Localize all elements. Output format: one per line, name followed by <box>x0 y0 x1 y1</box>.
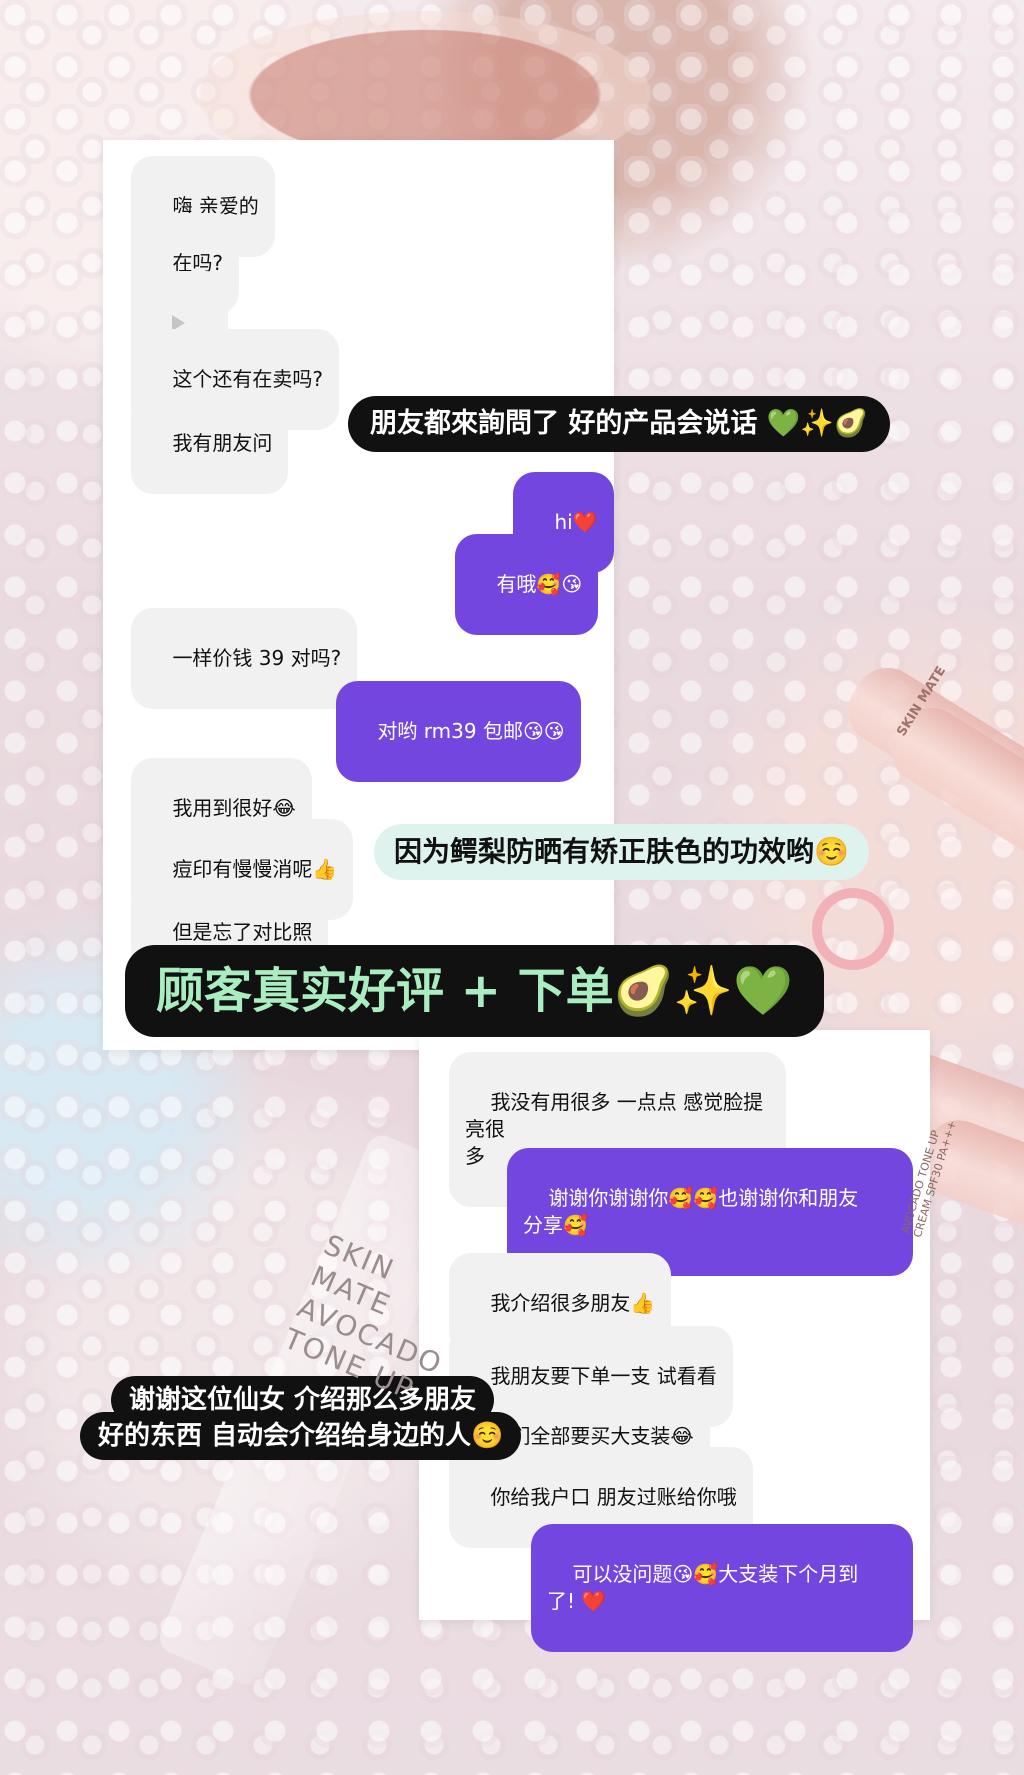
sticker-thanks-line-2: 好的东西 自动会介绍给身边的人☺️ <box>80 1412 522 1460</box>
message-bubble: 可以没问题😘🥰大支装下个月到 了! ❤️ <box>531 1524 913 1652</box>
message-text: 痘印有慢慢消呢👍 <box>172 857 338 881</box>
chat-screenshot-first: 嗨 亲爱的 在吗? 照片 这个还有在卖吗? 我有朋友问 hi❤️ 有哦🥰😘 一样… <box>103 140 614 1050</box>
message-text: 可以没问题😘🥰大支装下个月到 了! ❤️ <box>547 1562 859 1613</box>
message-text: 这个还有在卖吗? <box>172 367 324 391</box>
message-text: 我朋友要下单一支 试看看 <box>490 1364 717 1388</box>
message-text: 你给我户口 朋友过账给你哦 <box>490 1485 737 1509</box>
message-text: 但是忘了对比照 <box>172 920 313 944</box>
message-bubble: 对哟 rm39 包邮😘😘 <box>336 681 581 782</box>
pink-ring <box>812 888 894 970</box>
sticker-friends-asking: 朋友都來詢問了 好的产品会说话 💚✨🥑 <box>348 396 890 452</box>
message-bubble: 我有朋友问 <box>131 393 289 494</box>
message-text: hi❤️ <box>554 510 598 534</box>
message-text: 我用到很好😂 <box>172 796 296 820</box>
sticker-text: 好的东西 自动会介绍给身边的人☺️ <box>98 1421 504 1451</box>
message-text: 对哟 rm39 包邮😘😘 <box>377 719 565 743</box>
sticker-text: 朋友都來詢問了 好的产品会说话 💚✨🥑 <box>370 408 868 439</box>
message-text: 我介绍很多朋友👍 <box>490 1291 656 1315</box>
message-bubble: 有哦🥰😘 <box>455 534 599 635</box>
chat-screenshot-second: 我没有用很多 一点点 感觉脸提亮很 多 谢谢你谢谢你🥰🥰也谢谢你和朋友 分享🥰 … <box>419 1030 930 1652</box>
headline-text: 顾客真实好评 + 下单🥑✨💚 <box>156 963 793 1019</box>
message-text: 一样价钱 39 对吗? <box>172 646 342 670</box>
headline-sticker: 顾客真实好评 + 下单🥑✨💚 <box>125 945 824 1037</box>
sticker-text: 谢谢这位仙女 介绍那么多朋友 <box>129 1385 477 1415</box>
sticker-text: 因为鳄梨防晒有矫正肤色的功效哟☺️ <box>394 835 849 868</box>
message-text: 谢谢你谢谢你🥰🥰也谢谢你和朋友 分享🥰 <box>523 1186 859 1237</box>
message-text: 我有朋友问 <box>172 431 273 455</box>
message-text: 有哦🥰😘 <box>496 572 583 596</box>
sticker-avocado-benefit: 因为鳄梨防晒有矫正肤色的功效哟☺️ <box>374 824 869 880</box>
message-bubble: 一样价钱 39 对吗? <box>131 608 358 709</box>
